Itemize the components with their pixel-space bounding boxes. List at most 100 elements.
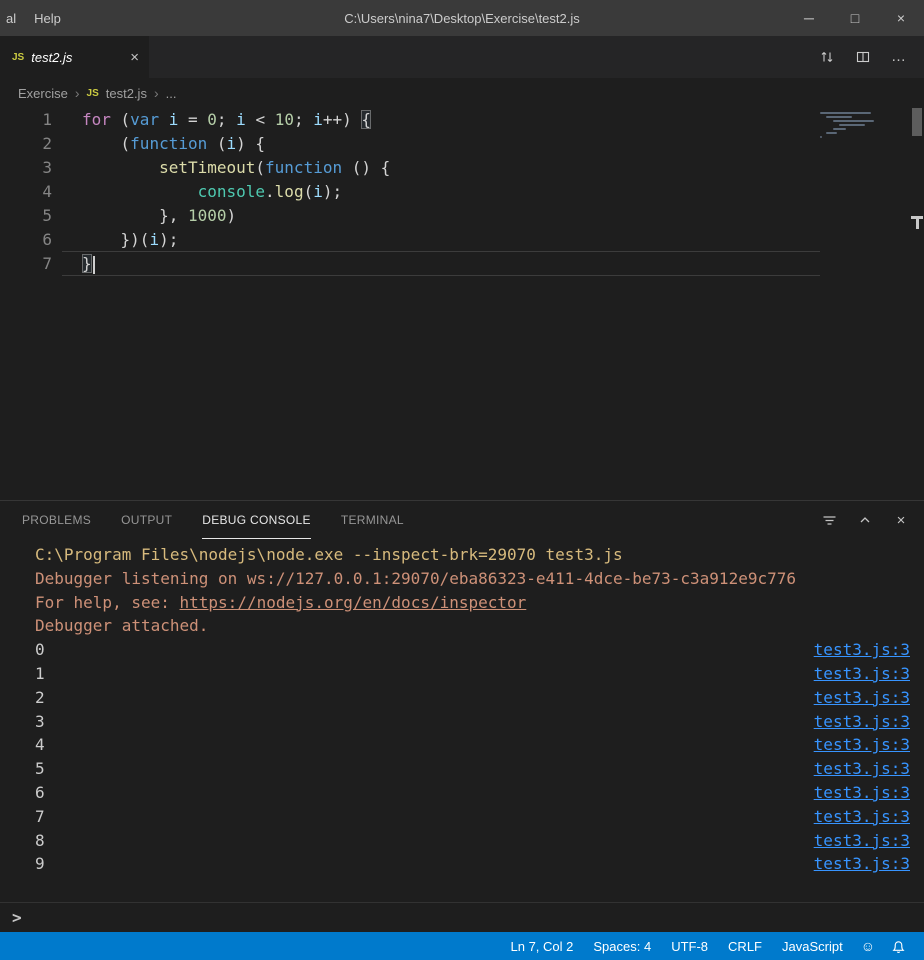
console-value: 4 [35,733,45,757]
status-eol[interactable]: CRLF [718,939,772,954]
code-line[interactable]: 7} [0,252,924,276]
status-language-mode[interactable]: JavaScript [772,939,853,954]
notifications-bell-icon[interactable] [883,939,914,954]
maximize-button[interactable]: □ [832,0,878,36]
console-line: Debugger attached. [35,614,924,638]
panel-tab-terminal[interactable]: TERMINAL [341,501,404,539]
line-number: 3 [0,156,52,180]
console-output-row: 8 test3.js:3 [35,829,924,853]
status-indentation[interactable]: Spaces: 4 [583,939,661,954]
code-text: console.log(i); [82,180,342,204]
console-output-row: 4 test3.js:3 [35,733,924,757]
console-value: 6 [35,781,45,805]
editor-tab-bar: JS test2.js × … [0,36,924,78]
source-link[interactable]: test3.js:3 [814,686,910,710]
console-output-row: 7 test3.js:3 [35,805,924,829]
source-link[interactable]: test3.js:3 [814,733,910,757]
panel-tab-problems[interactable]: PROBLEMS [22,501,91,539]
menu-terminal[interactable]: al [0,11,25,26]
minimap-line [839,124,865,126]
console-line: Debugger listening on ws://127.0.0.1:290… [35,567,924,591]
minimap-line [826,132,836,134]
close-window-button[interactable]: × [878,0,924,36]
code-line[interactable]: 5 }, 1000) [0,204,924,228]
line-number: 1 [0,108,52,132]
line-number: 4 [0,180,52,204]
tab-close-icon[interactable]: × [130,49,139,66]
minimap[interactable] [820,112,906,140]
feedback-smiley-icon[interactable]: ☺ [853,938,883,954]
status-bar: Ln 7, Col 2Spaces: 4UTF-8CRLFJavaScript … [0,932,924,960]
console-line: For help, see: https://nodejs.org/en/doc… [35,591,924,615]
line-number: 6 [0,228,52,252]
code-text: }, 1000) [82,204,236,228]
console-help-link[interactable]: https://nodejs.org/en/docs/inspector [180,593,527,612]
status-items: Ln 7, Col 2Spaces: 4UTF-8CRLFJavaScript [501,939,853,954]
minimize-button[interactable]: ─ [786,0,832,36]
console-value: 8 [35,829,45,853]
code-line[interactable]: 4 console.log(i); [0,180,924,204]
collapse-panel-icon[interactable] [856,511,874,529]
bottom-panel: PROBLEMS OUTPUT DEBUG CONSOLE TERMINAL × C:… [0,500,924,932]
editor-actions: … [818,36,924,78]
panel-header: PROBLEMS OUTPUT DEBUG CONSOLE TERMINAL × [0,501,924,539]
code-line[interactable]: 1 for (var i = 0; i < 10; i++) { [0,108,924,132]
source-link[interactable]: test3.js:3 [814,662,910,686]
breadcrumb-symbol[interactable]: ... [166,86,177,101]
javascript-file-icon: JS [87,88,99,99]
menu-help[interactable]: Help [25,11,70,26]
source-link[interactable]: test3.js:3 [814,852,910,876]
panel-tabs: PROBLEMS OUTPUT DEBUG CONSOLE TERMINAL [22,501,404,539]
console-output-row: 2 test3.js:3 [35,686,924,710]
code-line[interactable]: 6 })(i); [0,228,924,252]
console-value: 2 [35,686,45,710]
tab-test2js[interactable]: JS test2.js × [0,36,150,78]
tab-label: test2.js [31,50,123,65]
console-value: 9 [35,852,45,876]
source-link[interactable]: test3.js:3 [814,781,910,805]
minimap-line [833,120,874,122]
console-output-row: 9 test3.js:3 [35,852,924,876]
code-text: } [82,252,95,276]
minimap-line [833,128,847,130]
breadcrumb-file[interactable]: test2.js [106,86,147,101]
panel-tab-output[interactable]: OUTPUT [121,501,172,539]
filter-icon[interactable] [820,511,838,529]
code-text: for (var i = 0; i < 10; i++) { [82,108,371,132]
console-value: 5 [35,757,45,781]
console-value: 7 [35,805,45,829]
source-link[interactable]: test3.js:3 [814,638,910,662]
code-editor[interactable]: 1 for (var i = 0; i < 10; i++) {2 (functi… [0,108,924,500]
scrollbar-thumb[interactable] [912,108,922,136]
compare-changes-icon[interactable] [818,48,836,66]
code-line[interactable]: 2 (function (i) { [0,132,924,156]
console-value: 3 [35,710,45,734]
status-encoding[interactable]: UTF-8 [661,939,718,954]
source-link[interactable]: test3.js:3 [814,710,910,734]
close-panel-icon[interactable]: × [892,511,910,529]
minimap-line [826,116,852,118]
breadcrumb-folder[interactable]: Exercise [18,86,68,101]
breadcrumb: Exercise › JS test2.js › ... [0,78,924,108]
source-link[interactable]: test3.js:3 [814,829,910,853]
debug-console-output: C:\Program Files\nodejs\node.exe --inspe… [0,539,924,902]
source-link[interactable]: test3.js:3 [814,757,910,781]
panel-actions: × [820,501,910,539]
editor-scrollbar[interactable] [910,108,924,500]
debug-console-input[interactable]: > [0,902,924,932]
console-output-row: 5 test3.js:3 [35,757,924,781]
prompt-icon: > [12,908,22,927]
source-link[interactable]: test3.js:3 [814,805,910,829]
split-editor-icon[interactable] [854,48,872,66]
console-output-row: 3 test3.js:3 [35,710,924,734]
more-actions-icon[interactable]: … [890,48,908,66]
status-cursor-position[interactable]: Ln 7, Col 2 [501,939,584,954]
javascript-file-icon: JS [12,52,24,63]
line-number: 7 [0,252,52,276]
code-lines: 1 for (var i = 0; i < 10; i++) {2 (functi… [0,108,924,276]
title-bar: al Help C:\Users\nina7\Desktop\Exercise\… [0,0,924,36]
menu-bar: al Help [0,11,70,26]
minimap-line [820,112,871,114]
code-line[interactable]: 3 setTimeout(function () { [0,156,924,180]
panel-tab-debug-console[interactable]: DEBUG CONSOLE [202,501,311,539]
